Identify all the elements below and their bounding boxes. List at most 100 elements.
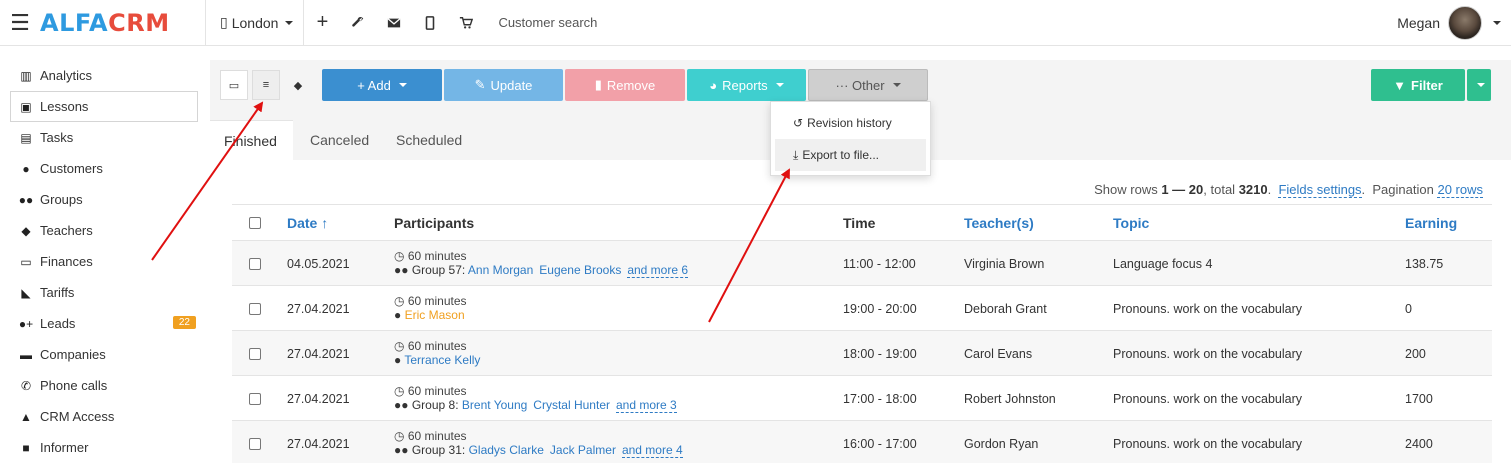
cell-date: 04.05.2021 [287,257,350,271]
sidebar-item-finances[interactable]: ▭ Finances [0,246,210,277]
menu-item-revision-history[interactable]: ↺ Revision history [771,107,930,139]
sidebar-item-teachers[interactable]: ◆ Teachers [0,215,210,246]
menu-item-export-to-file[interactable]: ⤓ Export to file... [775,139,926,171]
tasks-icon: ▤ [20,130,32,145]
table-row[interactable]: 27.04.2021 ◷ 60 minutes ● Eric Mason 19:… [232,286,1492,331]
cell-earning: 138.75 [1405,257,1444,271]
participant-link[interactable]: Jack Palmer [550,443,616,457]
phone-icon: ✆ [20,378,32,393]
filter-button[interactable]: ▼ Filter [1371,69,1465,101]
table-header: Date ↑ Participants Time Teacher(s) Topi… [232,204,1492,241]
more-participants-link[interactable]: and more 4 [621,443,683,458]
row-checkbox[interactable] [249,258,261,270]
fields-settings-link[interactable]: Fields settings [1278,182,1362,198]
sidebar-item-analytics[interactable]: ▥ Analytics [0,60,210,91]
mobile-icon[interactable] [412,0,448,46]
clock-icon: ◷ [394,294,405,308]
sidebar-item-customers[interactable]: ● Customers [0,153,210,184]
building-icon: ▯ [220,14,228,30]
sidebar-item-leads[interactable]: ●+ Leads 22 [0,308,210,339]
table-row[interactable]: 27.04.2021 ◷ 60 minutes ●● Group 31: Gla… [232,421,1492,463]
cell-teacher: Virginia Brown [964,257,1045,271]
cell-participants: ◷ 60 minutes ●● Group 31: Gladys Clarke J… [394,429,683,458]
plus-icon[interactable]: + [304,0,340,46]
branch-label: London [231,14,279,31]
branch-selector[interactable]: ▯ London [206,0,303,46]
sidebar-item-companies[interactable]: ▬ Companies [0,339,210,370]
top-bar: ☰ ALFACRM ▯ London + Customer search Meg… [0,0,1511,46]
sidebar-item-informer[interactable]: ■ Informer [0,432,210,463]
participant-link[interactable]: Gladys Clarke [469,443,544,457]
wrench-icon[interactable] [340,0,376,46]
users-icon: ●● [18,192,34,207]
table-row[interactable]: 04.05.2021 ◷ 60 minutes ●● Group 57: Ann… [232,241,1492,286]
list-view-button[interactable]: ≡ [252,70,280,100]
menu-item-label: Revision history [807,116,892,130]
chevron-down-icon [285,20,294,25]
lesson-duration: 60 minutes [407,339,467,353]
update-button[interactable]: ✎ Update [444,69,563,101]
download-icon: ⤓ [793,147,799,162]
lesson-duration: 60 minutes [407,294,467,308]
tab-scheduled[interactable]: Scheduled [396,120,462,160]
hamburger-menu-icon[interactable]: ☰ [0,10,40,36]
cell-date: 27.04.2021 [287,302,350,316]
user-menu[interactable]: Megan [1397,0,1501,46]
sidebar-item-label: Finances [40,254,93,269]
table-row[interactable]: 27.04.2021 ◷ 60 minutes ●● Group 8: Bren… [232,376,1492,421]
row-checkbox[interactable] [249,438,261,450]
sidebar-item-label: Informer [40,440,89,455]
column-header-topic[interactable]: Topic [1113,215,1149,231]
logo[interactable]: ALFACRM [40,9,205,37]
history-icon: ↺ [793,116,804,130]
sidebar-item-tariffs[interactable]: ◣ Tariffs [0,277,210,308]
select-all-checkbox[interactable] [249,217,261,229]
envelope-icon[interactable] [376,0,412,46]
cell-time: 11:00 - 12:00 [843,257,916,271]
participant-link[interactable]: Crystal Hunter [533,398,610,412]
row-checkbox[interactable] [249,348,261,360]
cell-teacher: Gordon Ryan [964,437,1039,451]
sidebar-item-lessons[interactable]: ▣ Lessons [10,91,198,122]
row-checkbox[interactable] [249,393,261,405]
pagination-size-link[interactable]: 20 rows [1437,182,1483,198]
cell-date: 27.04.2021 [287,437,350,451]
participant-link[interactable]: Eugene Brooks [539,263,621,277]
column-header-earning[interactable]: Earning [1405,215,1457,231]
cart-icon[interactable] [448,0,484,46]
other-button[interactable]: ··· Other [808,69,928,101]
sidebar-item-tasks[interactable]: ▤ Tasks [0,122,210,153]
sidebar-item-label: Teachers [40,223,93,238]
row-checkbox[interactable] [249,303,261,315]
add-button[interactable]: + Add [322,69,442,101]
sidebar-item-phone-calls[interactable]: ✆ Phone calls [0,370,210,401]
more-participants-link[interactable]: and more 6 [627,263,689,278]
remove-button[interactable]: ▮ Remove [565,69,685,101]
cell-earning: 200 [1405,347,1426,361]
cell-participants: ◷ 60 minutes ●● Group 8: Brent Young Crys… [394,384,677,413]
table-row[interactable]: 27.04.2021 ◷ 60 minutes ● Terrance Kelly… [232,331,1492,376]
clock-icon: ◷ [394,384,405,398]
participant-link[interactable]: Eric Mason [405,308,465,322]
sidebar-item-groups[interactable]: ●● Groups [0,184,210,215]
column-header-teacher[interactable]: Teacher(s) [964,215,1034,231]
reports-button[interactable]: ◕ Reports [687,69,806,101]
column-header-participants: Participants [394,215,475,231]
calendar-view-button[interactable]: ▭ [220,70,248,100]
participant-link[interactable]: Ann Morgan [468,263,533,277]
more-participants-link[interactable]: and more 3 [615,398,677,413]
stack-view-button[interactable]: ◆ [284,70,312,100]
cell-time: 19:00 - 20:00 [843,302,917,316]
participant-link[interactable]: Brent Young [462,398,527,412]
filter-dropdown-button[interactable] [1467,69,1491,101]
customer-search-input[interactable]: Customer search [498,15,1098,30]
clock-icon: ◷ [394,249,405,263]
sidebar-item-crm-access[interactable]: ▲ CRM Access [0,401,210,432]
participant-link[interactable]: Terrance Kelly [404,353,480,367]
tab-canceled[interactable]: Canceled [310,120,369,160]
tab-finished[interactable]: Finished [210,120,293,160]
column-header-date[interactable]: Date ↑ [287,215,328,231]
map-icon: ▥ [20,68,32,83]
funnel-icon: ▼ [1393,77,1407,93]
pager-prefix: Show rows [1094,182,1158,197]
